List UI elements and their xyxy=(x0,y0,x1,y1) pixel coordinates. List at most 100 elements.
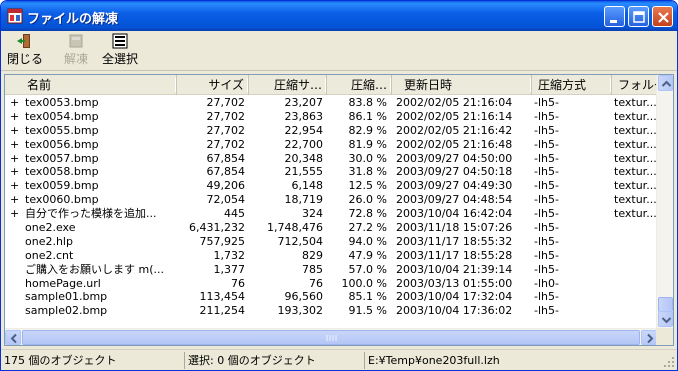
cell-date: 2003/09/27 04:48:54 xyxy=(396,193,513,207)
file-row[interactable]: + tex0056.bmp 27,702 22,700 81.9 % 2002/02/05… xyxy=(5,138,658,152)
cell-method: -lh5- xyxy=(534,290,559,304)
cell-packed: 6,148 xyxy=(291,179,324,193)
cell-date: 2002/02/05 21:16:14 xyxy=(396,109,513,123)
cell-date: 2002/02/05 21:16:42 xyxy=(396,123,513,137)
file-row[interactable]: + tex0059.bmp 49,206 6,148 12.5 % 2003/09/27 … xyxy=(5,179,658,193)
cell-name: tex0060.bmp xyxy=(25,193,99,207)
cell-size: 72,054 xyxy=(206,193,246,207)
title-bar[interactable]: ファイルの解凍 xyxy=(1,1,677,31)
cell-date: 2003/10/04 21:39:14 xyxy=(396,262,513,276)
file-row[interactable]: + tex0054.bmp 27,702 23,863 86.1 % 2002/02/05… xyxy=(5,110,658,124)
scroll-down-button[interactable] xyxy=(658,311,673,327)
close-tool-button[interactable]: 閉じる xyxy=(7,33,43,69)
file-row[interactable]: + tex0058.bmp 67,854 21,555 31.8 % 2003/09/27… xyxy=(5,165,658,179)
cell-date: 2003/09/27 04:49:30 xyxy=(396,179,513,193)
scroll-up-button[interactable] xyxy=(658,75,673,91)
arrow-up-icon xyxy=(661,80,672,87)
cell-ratio: 94.0 % xyxy=(348,234,387,248)
toolbar: 閉じる 解凍 全選択 xyxy=(1,31,677,71)
cell-ratio: 12.5 % xyxy=(348,179,387,193)
file-row[interactable]: homePage.url 76 76 100.0 % 2003/03/13 01:55:… xyxy=(5,277,658,291)
maximize-button[interactable] xyxy=(628,6,649,27)
cell-packed: 76 xyxy=(309,276,323,290)
column-header-packed[interactable]: 圧縮サ… xyxy=(249,75,327,95)
folder-marker: + xyxy=(10,207,20,221)
cell-folder: textur... xyxy=(614,137,657,151)
file-row[interactable]: + tex0055.bmp 27,702 22,954 82.9 % 2002/02/05… xyxy=(5,124,658,138)
vertical-scrollbar[interactable] xyxy=(656,75,673,328)
file-row[interactable]: one2.cnt 1,732 829 47.9 % 2003/11/17 18:55:2… xyxy=(5,249,658,263)
close-window-button[interactable] xyxy=(652,6,673,27)
cell-ratio: 82.9 % xyxy=(348,123,387,137)
folder-marker: + xyxy=(10,123,20,137)
file-row[interactable]: sample01.bmp 113,454 96,560 85.1 % 2003/10/0… xyxy=(5,290,658,304)
file-rows: + tex0053.bmp 27,702 23,207 83.8 % 2002/02/05… xyxy=(5,96,658,326)
cell-packed: 96,560 xyxy=(284,290,324,304)
cell-packed: 18,719 xyxy=(284,193,324,207)
column-header-name[interactable]: 名前 xyxy=(5,75,177,95)
select-all-tool-button[interactable]: 全選択 xyxy=(101,33,139,69)
column-header-size[interactable]: サイズ xyxy=(177,75,249,95)
horizontal-scrollbar[interactable] xyxy=(5,328,658,345)
cell-packed: 21,555 xyxy=(284,165,324,179)
arrow-left-icon xyxy=(10,333,17,344)
cell-name: sample02.bmp xyxy=(25,304,108,318)
cell-ratio: 30.0 % xyxy=(348,151,387,165)
cell-date: 2003/11/17 18:55:28 xyxy=(396,248,513,262)
cell-date: 2003/11/17 18:55:32 xyxy=(396,234,513,248)
cell-method: -lh5- xyxy=(534,109,559,123)
cell-ratio: 100.0 % xyxy=(341,276,387,290)
cell-packed: 1,748,476 xyxy=(267,221,323,235)
file-list[interactable]: 名前 サイズ 圧縮サ… 圧縮… 更新日時 圧縮方式 フォルダ + tex0053.… xyxy=(4,74,674,346)
status-bar: 175 個のオブジェクト 選択: 0 個のオブジェクト E:¥Temp¥one2… xyxy=(1,349,677,370)
cell-size: 211,254 xyxy=(199,304,246,318)
cell-folder: textur... xyxy=(614,207,657,221)
scroll-left-button[interactable] xyxy=(5,330,21,345)
cell-method: -lh5- xyxy=(534,234,559,248)
horizontal-scroll-thumb[interactable] xyxy=(22,330,640,345)
vertical-scroll-thumb[interactable] xyxy=(658,297,673,312)
file-row[interactable]: one2.exe 6,431,232 1,748,476 27.2 % 2003/11/… xyxy=(5,221,658,235)
close-icon xyxy=(658,12,669,23)
cell-ratio: 85.1 % xyxy=(348,290,387,304)
cell-date: 2003/10/04 16:42:04 xyxy=(396,207,513,221)
cell-packed: 23,207 xyxy=(284,96,324,109)
column-header-ratio[interactable]: 圧縮… xyxy=(327,75,392,95)
cell-packed: 23,863 xyxy=(284,109,324,123)
cell-folder: textur... xyxy=(614,109,657,123)
select-all-icon xyxy=(112,33,128,49)
file-row[interactable]: ご購入をお願いします m(... 1,377 785 57.0 % 2003/10/04… xyxy=(5,263,658,277)
folder-marker: + xyxy=(10,137,20,151)
cell-method: -lh5- xyxy=(534,137,559,151)
resize-grip-icon[interactable] xyxy=(663,356,675,368)
file-row[interactable]: sample02.bmp 211,254 193,302 91.5 % 2003/10/… xyxy=(5,304,658,318)
cell-method: -lh5- xyxy=(534,193,559,207)
cell-ratio: 72.8 % xyxy=(348,207,387,221)
column-header-method[interactable]: 圧縮方式 xyxy=(532,75,612,95)
file-row[interactable]: + tex0053.bmp 27,702 23,207 83.8 % 2002/02/05… xyxy=(5,96,658,110)
file-row[interactable]: one2.hlp 757,925 712,504 94.0 % 2003/11/17 1… xyxy=(5,235,658,249)
cell-packed: 324 xyxy=(302,207,323,221)
cell-size: 1,377 xyxy=(213,262,246,276)
extract-window: ファイルの解凍 閉じる 解凍 全選択 名前 サイズ 圧縮サ… 圧縮… 更新日時 … xyxy=(0,0,678,371)
file-row[interactable]: + 自分で作った模様を追加... 445 324 72.8 % 2003/10/04 16… xyxy=(5,207,658,221)
folder-marker: + xyxy=(10,179,20,193)
cell-method: -lh5- xyxy=(534,96,559,109)
column-header-date[interactable]: 更新日時 xyxy=(392,75,532,95)
cell-folder: textur... xyxy=(614,123,657,137)
extract-icon xyxy=(69,34,83,48)
file-row[interactable]: + tex0057.bmp 67,854 20,348 30.0 % 2003/09/27… xyxy=(5,152,658,166)
cell-ratio: 83.8 % xyxy=(348,96,387,109)
cell-date: 2002/02/05 21:16:04 xyxy=(396,96,513,109)
cell-ratio: 81.9 % xyxy=(348,137,387,151)
cell-folder: textur... xyxy=(614,165,657,179)
extract-tool-button[interactable]: 解凍 xyxy=(61,33,91,69)
column-header-row: 名前 サイズ 圧縮サ… 圧縮… 更新日時 圧縮方式 フォルダ xyxy=(5,75,672,95)
file-row[interactable]: + tex0060.bmp 72,054 18,719 26.0 % 2003/09/27… xyxy=(5,193,658,207)
cell-ratio: 86.1 % xyxy=(348,109,387,123)
cell-ratio: 57.0 % xyxy=(348,262,387,276)
cell-date: 2003/09/27 04:50:18 xyxy=(396,165,513,179)
scroll-right-button[interactable] xyxy=(641,330,657,345)
minimize-button[interactable] xyxy=(604,6,625,27)
window-title: ファイルの解凍 xyxy=(27,12,119,27)
